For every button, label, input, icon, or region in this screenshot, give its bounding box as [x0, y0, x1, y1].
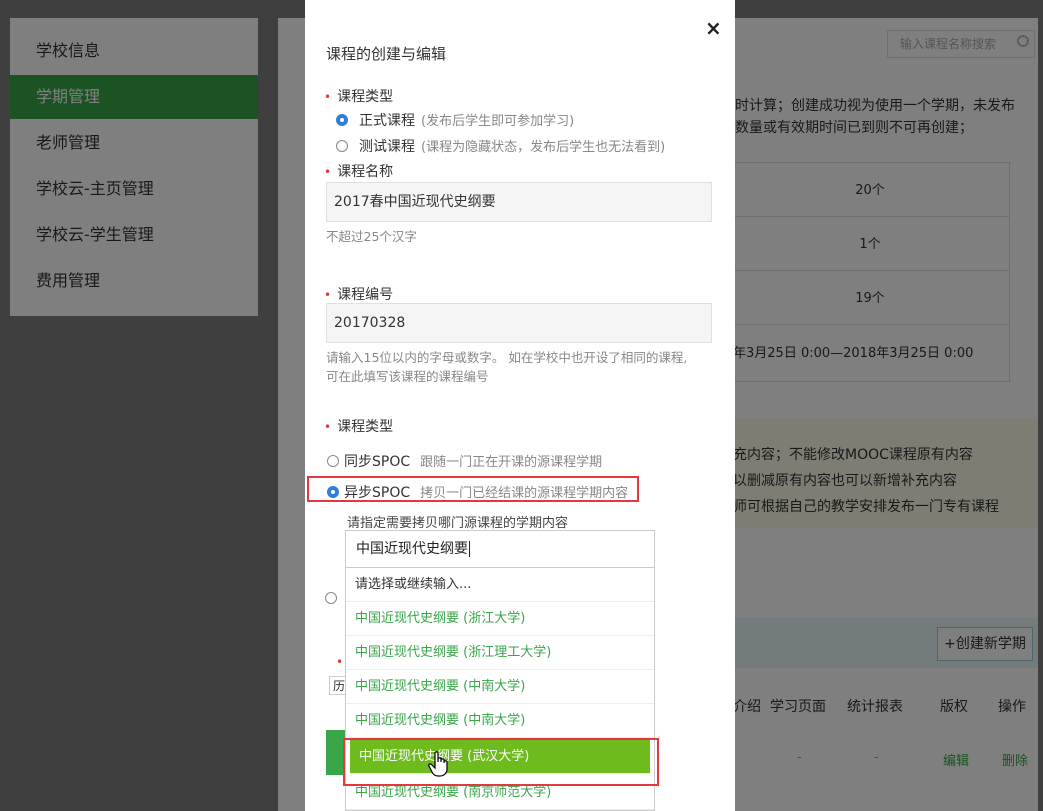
- highlight-frame: [343, 738, 659, 786]
- course-type-label: • 课程类型: [324, 89, 394, 105]
- required-mark: •: [336, 655, 344, 669]
- option-sync-spoc[interactable]: 同步SPOC 跟随一门正在开课的源课程学期: [344, 451, 602, 471]
- spoc-type-label: • 课程类型: [324, 419, 394, 435]
- course-name-input[interactable]: 2017春中国近现代史纲要: [326, 182, 712, 222]
- close-icon[interactable]: ×: [705, 18, 722, 38]
- dropdown-option[interactable]: 中国近现代史纲要 (浙江大学): [346, 602, 654, 636]
- hand-cursor-icon: [428, 751, 448, 777]
- option-async-spoc[interactable]: 异步SPOC 拷贝一门已经结课的源课程学期内容: [344, 482, 628, 502]
- copy-source-hint: 请指定需要拷贝哪门源课程的学期内容: [347, 516, 569, 531]
- course-code-hint: 可在此填写该课程的课程编号: [326, 369, 489, 384]
- radio-formal-course[interactable]: [336, 114, 348, 126]
- dropdown-option[interactable]: 中国近现代史纲要 (浙江理工大学): [346, 636, 654, 670]
- required-mark: •: [324, 165, 332, 179]
- modal-title: 课程的创建与编辑: [326, 45, 447, 63]
- course-name-label: • 课程名称: [324, 164, 394, 180]
- source-course-search-input[interactable]: 中国近现代史纲要: [345, 530, 655, 568]
- course-edit-modal: × 课程的创建与编辑 • 课程类型 正式课程 (发布后学生即可参加学习) 测试课程(…: [305, 0, 735, 811]
- required-mark: •: [324, 90, 332, 104]
- radio-sync-spoc[interactable]: [327, 455, 339, 467]
- radio-hidden-option[interactable]: [325, 592, 337, 604]
- radio-test-course[interactable]: [336, 140, 348, 152]
- dropdown-option[interactable]: 中国近现代史纲要 (中南大学): [346, 670, 654, 704]
- dropdown-placeholder: 请选择或继续输入...: [346, 568, 654, 602]
- option-test-course[interactable]: 测试课程 (课程为隐藏状态，发布后学生也无法看到): [359, 136, 665, 156]
- text-cursor: [469, 541, 470, 557]
- course-code-hint: 请输入15位以内的字母或数字。 如在学校中也开设了相同的课程,: [326, 350, 688, 365]
- option-formal-course[interactable]: 正式课程 (发布后学生即可参加学习): [359, 110, 574, 130]
- radio-async-spoc[interactable]: [327, 486, 339, 498]
- course-name-hint: 不超过25个汉字: [326, 229, 417, 244]
- course-code-label: • 课程编号: [324, 287, 394, 303]
- course-code-input[interactable]: 20170328: [326, 303, 712, 343]
- required-mark: •: [324, 288, 332, 302]
- required-mark: •: [324, 420, 332, 434]
- dropdown-option[interactable]: 中国近现代史纲要 (中南大学): [346, 704, 654, 738]
